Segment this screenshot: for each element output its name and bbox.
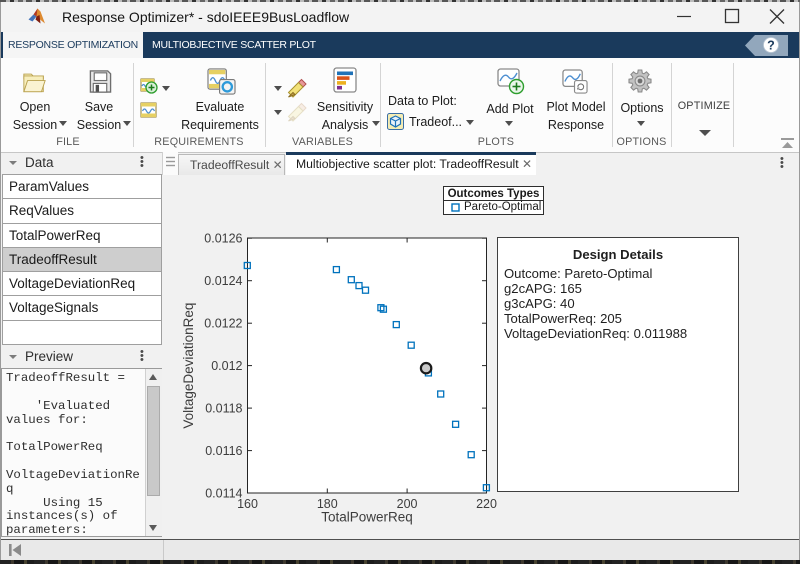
svg-text:0.0116: 0.0116 <box>205 444 242 458</box>
svg-text:0.0126: 0.0126 <box>204 232 242 246</box>
svg-text:220: 220 <box>476 497 497 511</box>
svg-text:TotalPowerReq: TotalPowerReq <box>321 510 413 525</box>
svg-text:160: 160 <box>237 497 258 511</box>
svg-text:VoltageDeviationReq: VoltageDeviationReq <box>181 303 196 429</box>
svg-text:0.0118: 0.0118 <box>205 401 242 415</box>
svg-text:0.0124: 0.0124 <box>204 274 242 288</box>
svg-text:0.0122: 0.0122 <box>204 317 242 331</box>
svg-text:0.012: 0.012 <box>211 359 242 373</box>
svg-text:?: ? <box>767 38 775 52</box>
